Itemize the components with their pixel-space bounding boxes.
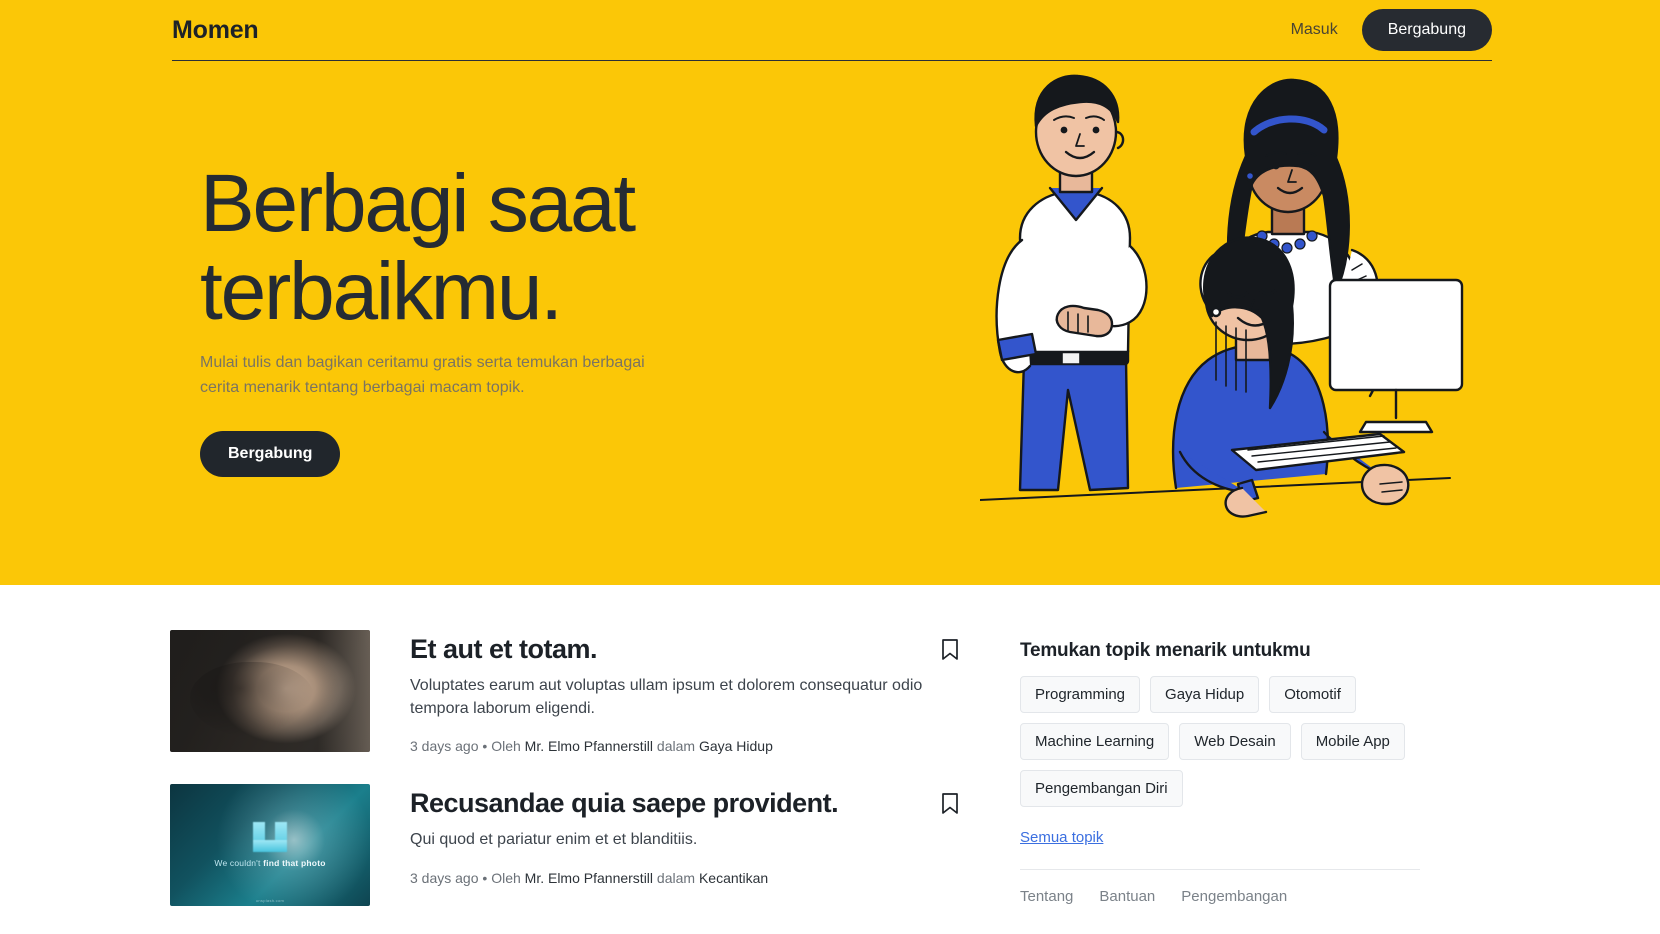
sidebar-divider bbox=[1020, 869, 1420, 870]
article-author[interactable]: Mr. Elmo Pfannerstill bbox=[525, 870, 653, 886]
topic-chip-list: Programming Gaya Hidup Otomotif Machine … bbox=[1020, 676, 1440, 807]
content-inner: Et aut et totam. Voluptates earum aut vo… bbox=[170, 630, 1490, 934]
article-time: 3 days ago bbox=[410, 869, 479, 886]
nav-actions: Masuk Bergabung bbox=[1277, 9, 1492, 51]
footer-link-pengembangan[interactable]: Pengembangan bbox=[1181, 888, 1287, 905]
article-time: 3 days ago bbox=[410, 738, 479, 755]
article-item[interactable]: Et aut et totam. Voluptates earum aut vo… bbox=[170, 630, 960, 754]
hero-copy: Berbagi saat terbaikmu. Mulai tulis dan … bbox=[200, 160, 820, 478]
article-meta: 3 days ago • Oleh Mr. Elmo Pfannerstill … bbox=[410, 870, 960, 886]
topic-chip-pengembangan-diri[interactable]: Pengembangan Diri bbox=[1020, 770, 1183, 807]
article-meta: 3 days ago • Oleh Mr. Elmo Pfannerstill … bbox=[410, 738, 960, 754]
article-header: Recusandae quia saepe provident. bbox=[410, 788, 960, 819]
author-prefix: Oleh bbox=[491, 738, 521, 755]
topic-chip-mobile-app[interactable]: Mobile App bbox=[1300, 723, 1405, 760]
article-thumbnail[interactable]: We couldn't find that photo unsplash.com bbox=[170, 784, 370, 907]
hero-subtitle: Mulai tulis dan bagikan ceritamu gratis … bbox=[200, 354, 645, 397]
sidebar: Temukan topik menarik untukmu Programmin… bbox=[1020, 630, 1490, 934]
page-title: Berbagi saat terbaikmu. bbox=[200, 160, 820, 335]
footer-link-bantuan[interactable]: Bantuan bbox=[1099, 888, 1155, 905]
topic-chip-gaya-hidup[interactable]: Gaya Hidup bbox=[1150, 676, 1260, 713]
missing-photo-text-1: We couldn't bbox=[214, 858, 261, 869]
team-at-computer-illustration bbox=[980, 74, 1464, 518]
article-title[interactable]: Recusandae quia saepe provident. bbox=[410, 788, 839, 819]
article-category[interactable]: Gaya Hidup bbox=[699, 738, 773, 754]
meta-separator: • bbox=[482, 869, 488, 886]
all-topics-link[interactable]: Semua topik bbox=[1020, 829, 1103, 846]
missing-photo-icon bbox=[253, 822, 287, 853]
hero-title-line-1: Berbagi saat bbox=[200, 158, 636, 249]
join-button[interactable]: Bergabung bbox=[1361, 9, 1492, 51]
meta-separator: • bbox=[482, 738, 488, 755]
article-thumbnail[interactable] bbox=[170, 630, 370, 752]
brand-logo[interactable]: Momen bbox=[172, 16, 259, 45]
article-feed: Et aut et totam. Voluptates earum aut vo… bbox=[170, 630, 960, 934]
category-prefix: dalam bbox=[656, 738, 696, 755]
topic-chip-web-desain[interactable]: Web Desain bbox=[1179, 723, 1291, 760]
category-prefix: dalam bbox=[656, 869, 696, 886]
hero-section: Momen Masuk Bergabung Berbagi saat terba… bbox=[0, 0, 1660, 585]
article-category[interactable]: Kecantikan bbox=[699, 870, 768, 886]
login-link[interactable]: Masuk bbox=[1277, 15, 1352, 45]
article-author[interactable]: Mr. Elmo Pfannerstill bbox=[525, 738, 653, 754]
missing-photo-credit: unsplash.com bbox=[255, 898, 285, 904]
article-title[interactable]: Et aut et totam. bbox=[410, 634, 598, 665]
footer-link-tentang[interactable]: Tentang bbox=[1020, 888, 1073, 905]
bookmark-button[interactable] bbox=[940, 634, 960, 662]
article-excerpt: Voluptates earum aut voluptas ullam ipsu… bbox=[410, 677, 923, 718]
hero-title-line-2: terbaikmu. bbox=[200, 245, 563, 337]
sidebar-footer: Tentang Bantuan Pengembangan bbox=[1020, 888, 1490, 905]
topic-chip-programming[interactable]: Programming bbox=[1020, 676, 1141, 713]
missing-photo-text-2: find that photo bbox=[263, 858, 326, 869]
topics-title: Temukan topik menarik untukmu bbox=[1020, 640, 1311, 661]
top-navigation: Momen Masuk Bergabung bbox=[172, 0, 1492, 61]
hero-join-button[interactable]: Bergabung bbox=[200, 431, 341, 478]
article-excerpt: Qui quod et pariatur enim et et blanditi… bbox=[410, 831, 698, 849]
bookmark-button[interactable] bbox=[940, 788, 960, 816]
article-item[interactable]: We couldn't find that photo unsplash.com… bbox=[170, 784, 960, 907]
article-body: Recusandae quia saepe provident. Qui quo… bbox=[410, 784, 960, 906]
topic-chip-machine-learning[interactable]: Machine Learning bbox=[1020, 723, 1170, 760]
author-prefix: Oleh bbox=[491, 869, 521, 886]
article-header: Et aut et totam. bbox=[410, 634, 960, 665]
article-body: Et aut et totam. Voluptates earum aut vo… bbox=[410, 630, 960, 754]
content-section: Et aut et totam. Voluptates earum aut vo… bbox=[0, 585, 1660, 934]
topic-chip-otomotif[interactable]: Otomotif bbox=[1269, 676, 1356, 713]
bookmark-icon bbox=[942, 793, 958, 815]
missing-photo-text: We couldn't find that photo bbox=[214, 858, 325, 868]
bookmark-icon bbox=[942, 639, 958, 660]
